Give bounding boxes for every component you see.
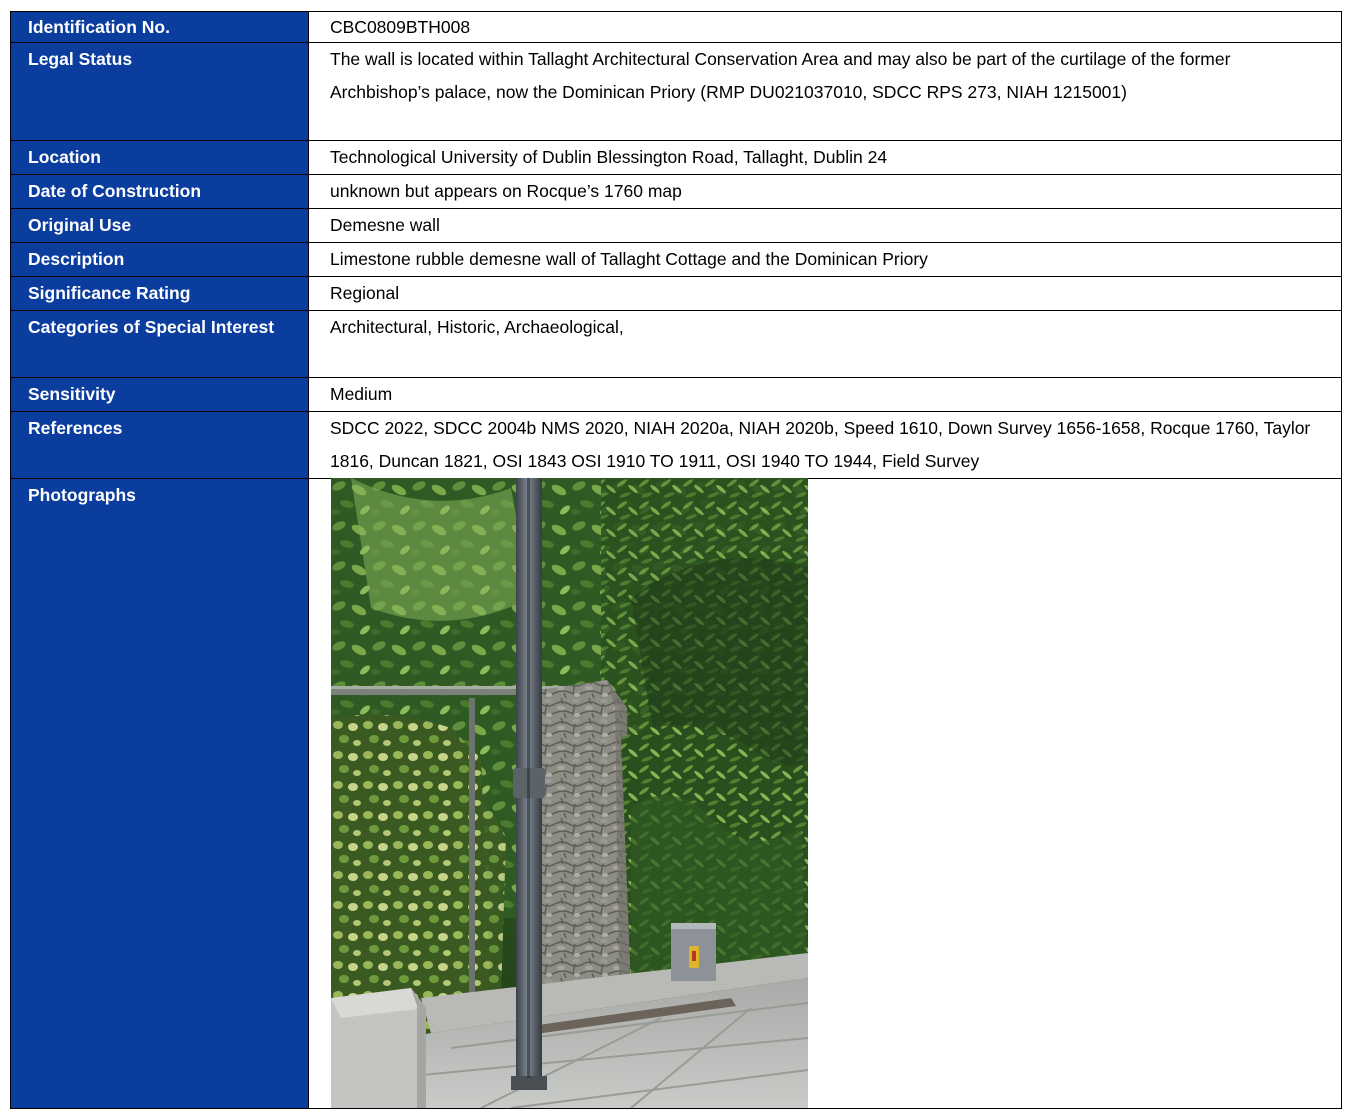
demesne-wall-photograph [331, 478, 808, 1108]
significance-rating-label: Significance Rating [10, 276, 309, 311]
row-original-use: Original Use Demesne wall [10, 208, 1342, 243]
row-date-of-construction: Date of Construction unknown but appears… [10, 174, 1342, 209]
sensitivity-label: Sensitivity [10, 377, 309, 412]
description-label: Description [10, 242, 309, 277]
row-categories-of-special-interest: Categories of Special Interest Architect… [10, 310, 1342, 378]
legal-status-label: Legal Status [10, 42, 309, 141]
identification-value: CBC0809BTH008 [308, 11, 1342, 43]
legal-status-value: The wall is located within Tallaght Arch… [308, 42, 1342, 141]
date-of-construction-value: unknown but appears on Rocque’s 1760 map [308, 174, 1342, 209]
original-use-value: Demesne wall [308, 208, 1342, 243]
references-value: SDCC 2022, SDCC 2004b NMS 2020, NIAH 202… [308, 411, 1342, 479]
row-photographs: Photographs [10, 478, 1342, 1109]
row-significance-rating: Significance Rating Regional [10, 276, 1342, 311]
sensitivity-value: Medium [308, 377, 1342, 412]
references-label: References [10, 411, 309, 479]
row-identification: Identification No. CBC0809BTH008 [10, 11, 1342, 43]
identification-label: Identification No. [10, 11, 309, 43]
row-description: Description Limestone rubble demesne wal… [10, 242, 1342, 277]
location-value: Technological University of Dublin Bless… [308, 140, 1342, 175]
significance-rating-value: Regional [308, 276, 1342, 311]
row-location: Location Technological University of Dub… [10, 140, 1342, 175]
heritage-record-table: Identification No. CBC0809BTH008 Legal S… [10, 11, 1342, 1109]
photographs-label: Photographs [10, 478, 309, 1109]
original-use-label: Original Use [10, 208, 309, 243]
row-references: References SDCC 2022, SDCC 2004b NMS 202… [10, 411, 1342, 479]
photographs-value [308, 478, 1342, 1109]
date-of-construction-label: Date of Construction [10, 174, 309, 209]
location-label: Location [10, 140, 309, 175]
row-sensitivity: Sensitivity Medium [10, 377, 1342, 412]
categories-label: Categories of Special Interest [10, 310, 309, 378]
categories-value: Architectural, Historic, Archaeological, [308, 310, 1342, 378]
description-value: Limestone rubble demesne wall of Tallagh… [308, 242, 1342, 277]
row-legal-status: Legal Status The wall is located within … [10, 42, 1342, 141]
